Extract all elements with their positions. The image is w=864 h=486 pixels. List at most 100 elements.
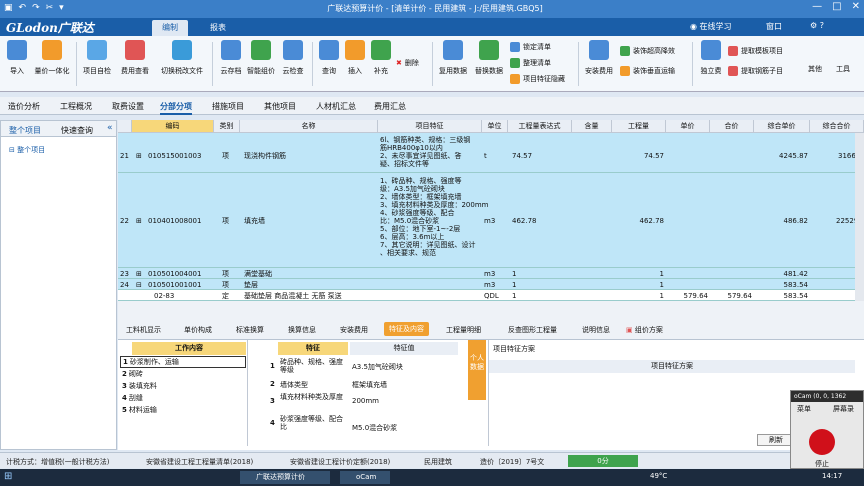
tab-quick-query[interactable]: 快速查询 (61, 125, 93, 136)
smart-pricing-button[interactable]: 智能组价 (244, 40, 278, 76)
import-button[interactable]: 导入 (0, 40, 34, 76)
cut-icon[interactable]: ✂ (46, 3, 54, 13)
tab-labor-material[interactable]: 人材机汇总 (316, 101, 356, 112)
feature-row[interactable]: 4 砂浆强度等级、配合比 M5.0混合砂浆 (268, 414, 458, 434)
tab-install-fee[interactable]: 安装费用 (340, 325, 368, 335)
feature-row[interactable]: 2 墙体类型 框架填充墙 (268, 379, 458, 390)
col-type[interactable]: 类别 (214, 120, 240, 133)
stop-record-icon[interactable] (809, 429, 835, 455)
work-content-row[interactable]: 3 装填充料 (120, 381, 157, 391)
tab-pricing-scheme[interactable]: ▣ 组价方案 (626, 325, 663, 335)
tree-root-item[interactable]: ⊟ 整个项目 (9, 145, 45, 155)
tools-menu[interactable]: 工具 (826, 64, 860, 74)
project-check-button[interactable]: 项目自检 (80, 40, 114, 76)
taskbar-ocam-button[interactable]: oCam (340, 471, 390, 484)
hide-feature-button[interactable]: 项目特征隐藏 (510, 74, 565, 84)
save-icon[interactable]: ▣ (4, 3, 13, 13)
feature-table: 特征 特征值 1 砖品种、规格、强度等级 A3.5加气砼砌块 2 墙体类型 框架填充墙 … (268, 340, 460, 446)
col-total[interactable]: 合价 (710, 120, 754, 133)
work-content-row[interactable]: 4 刮缝 (120, 393, 143, 403)
tab-quantity-detail[interactable]: 工程量明细 (446, 325, 481, 335)
minimize-button[interactable]: — (812, 1, 822, 12)
tab-fee-summary[interactable]: 费用汇总 (374, 101, 406, 112)
tab-description[interactable]: 说明信息 (582, 325, 610, 335)
quantity-price-button[interactable]: 量价一体化 (32, 40, 72, 76)
start-icon[interactable]: ⊞ (4, 471, 12, 482)
work-content-row[interactable]: 2 砌砖 (120, 369, 143, 379)
switch-tax-file-button[interactable]: 切换税改文件 (156, 40, 208, 76)
tab-price-structure[interactable]: 单价构成 (184, 325, 212, 335)
feature-row[interactable]: 3 填充材料种类及厚度 200mm (268, 392, 458, 412)
dropdown-icon[interactable]: ▾ (59, 3, 64, 13)
table-row[interactable]: 23 ⊞ 010501004001 项 满堂基础 m3 1 1 481.42 (118, 268, 864, 279)
col-feature[interactable]: 项目特征 (378, 120, 482, 133)
col-name[interactable]: 名称 (240, 120, 378, 133)
tab-project-overview[interactable]: 工程概况 (60, 101, 92, 112)
col-content[interactable]: 含量 (572, 120, 612, 133)
table-row[interactable]: 22 ⊞ 010401008001 项 填充墙 1、砖品种、规格、强度等 级：A… (118, 173, 864, 268)
supplement-button[interactable]: 补充 (364, 40, 398, 76)
feature-row[interactable]: 1 砖品种、规格、强度等级 A3.5加气砼砌块 (268, 357, 458, 377)
tab-reverse-lookup[interactable]: 反查图形工程量 (508, 325, 557, 335)
decoration-transport-button[interactable]: 装饰垂直运输 (620, 66, 675, 76)
collapse-row-icon[interactable]: ⊟ (136, 281, 142, 289)
ocam-menu[interactable]: 菜单 (797, 404, 811, 414)
decoration-height-button[interactable]: 装饰超高降效 (620, 46, 675, 56)
col-expression[interactable]: 工程量表达式 (508, 120, 572, 133)
organize-list-button[interactable]: 整理清单 (510, 58, 551, 68)
settings-icon[interactable]: ⚙ ? (810, 21, 824, 30)
tab-report[interactable]: 报表 (200, 20, 236, 36)
tab-measures[interactable]: 措施项目 (212, 101, 244, 112)
lock-list-button[interactable]: 锁定清单 (510, 42, 551, 52)
tab-other-items[interactable]: 其他项目 (264, 101, 296, 112)
vertical-scrollbar[interactable] (855, 133, 864, 301)
tab-features-content[interactable]: 特征及内容 (384, 322, 429, 336)
fee-icon (125, 40, 145, 60)
extract-rebar-button[interactable]: 提取钢筋子目 (728, 66, 783, 76)
tab-whole-project[interactable]: 整个项目 (9, 125, 41, 136)
taskbar-app-button[interactable]: 广联达预算计价 (240, 471, 330, 484)
undo-icon[interactable]: ↶ (19, 3, 27, 13)
redo-icon[interactable]: ↷ (32, 3, 40, 13)
expand-icon[interactable]: ⊞ (136, 152, 142, 160)
table-row[interactable]: 21 ⊞ 010515001003 项 现浇构件钢筋 6l、钢筋种类、规格：三级… (118, 133, 864, 173)
install-icon (589, 40, 609, 60)
work-content-row[interactable]: 1 砂浆制作、运输 (120, 356, 246, 368)
import-icon (7, 40, 27, 60)
window-menu[interactable]: 窗口 (766, 21, 782, 32)
expand-icon[interactable]: ⊞ (136, 270, 142, 278)
tab-fee-settings[interactable]: 取费设置 (112, 101, 144, 112)
fee-view-button[interactable]: 费用查看 (118, 40, 152, 76)
cloud-save-button[interactable]: 云存档 (214, 40, 248, 76)
table-row[interactable]: 24 ⊟ 010501001001 项 垫层 m3 1 1 583.54 (118, 279, 864, 290)
collapse-icon[interactable]: « (107, 123, 113, 133)
maximize-button[interactable]: □ (832, 1, 841, 12)
reuse-data-button[interactable]: 复用数据 (436, 40, 470, 76)
independent-fee-button[interactable]: 独立费 (694, 40, 728, 76)
col-code[interactable]: 编码 (132, 120, 214, 133)
extract-template-button[interactable]: 提取模板项目 (728, 46, 783, 56)
scheme-title: 项目特征方案 (493, 345, 535, 353)
close-button[interactable]: ✕ (852, 1, 860, 12)
tab-sub-items[interactable]: 分部分项 (160, 101, 192, 115)
col-quantity[interactable]: 工程量 (612, 120, 666, 133)
tab-labor-display[interactable]: 工料机显示 (126, 325, 161, 335)
expand-icon[interactable]: ⊞ (136, 217, 142, 225)
tab-standard-conversion[interactable]: 标准换算 (236, 325, 264, 335)
tab-conversion-info[interactable]: 换算信息 (288, 325, 316, 335)
delete-button[interactable]: ✖ 删除 (396, 58, 419, 68)
online-learning-link[interactable]: ◉ 在线学习 (690, 21, 732, 32)
work-content-row[interactable]: 5 材料运输 (120, 405, 157, 415)
table-row[interactable]: 02-83 定 基础垫层 商品混凝土 无筋 泵送 QDL 1 1 579.64 … (118, 290, 864, 301)
cloud-check-button[interactable]: 云检查 (276, 40, 310, 76)
col-unit[interactable]: 单位 (482, 120, 508, 133)
replace-data-button[interactable]: 替换数据 (472, 40, 506, 76)
col-composite-total[interactable]: 综合合价 (810, 120, 864, 133)
tab-cost-analysis[interactable]: 造价分析 (8, 101, 40, 112)
install-fee-button[interactable]: 安装费用 (582, 40, 616, 76)
tab-edit[interactable]: 编制 (152, 20, 188, 36)
ocam-screen[interactable]: 屏幕录 (833, 404, 854, 414)
col-composite-price[interactable]: 综合单价 (754, 120, 810, 133)
col-unit-price[interactable]: 单价 (666, 120, 710, 133)
personal-data-tab[interactable]: 个人数据 (468, 340, 486, 400)
